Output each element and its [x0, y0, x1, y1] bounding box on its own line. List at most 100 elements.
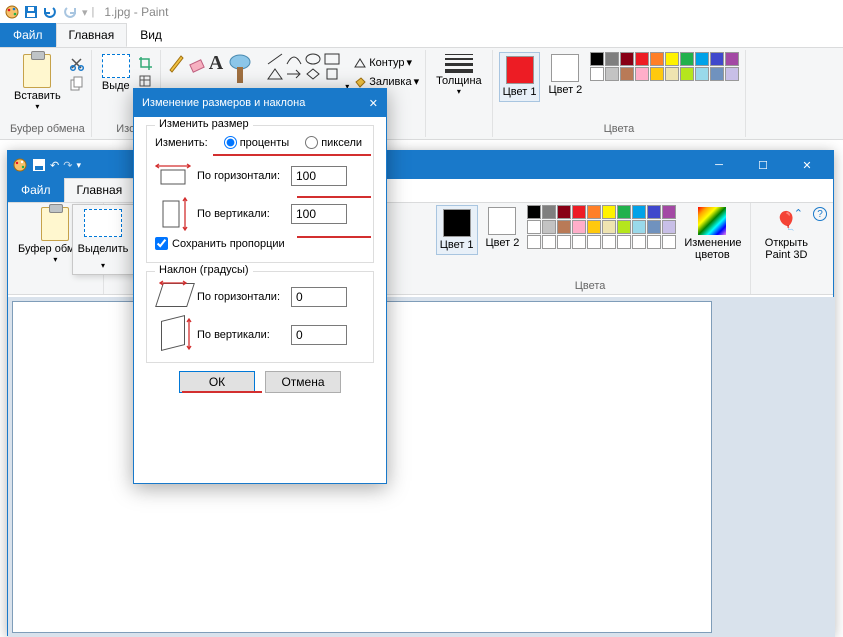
color-swatch[interactable]	[680, 67, 694, 81]
titlebar-inner[interactable]: ↶ ↷ ▾ ─ ☐ ✕	[8, 151, 833, 179]
color-swatch[interactable]	[635, 67, 649, 81]
color-swatch[interactable]	[587, 205, 601, 219]
color-swatch[interactable]	[590, 67, 604, 81]
qat-redo-icon[interactable]: ↷	[63, 159, 72, 172]
color-swatch[interactable]	[617, 220, 631, 234]
color-swatch[interactable]	[557, 235, 571, 249]
color-swatch[interactable]	[527, 205, 541, 219]
color-swatch[interactable]	[572, 220, 586, 234]
color-swatch[interactable]	[725, 67, 739, 81]
radio-pixels[interactable]: пиксели	[305, 136, 362, 149]
thickness-button[interactable]: Толщина ▾	[432, 52, 486, 98]
color-swatch[interactable]	[572, 205, 586, 219]
pencil-icon[interactable]	[167, 52, 185, 74]
color-swatch[interactable]	[647, 220, 661, 234]
qat-dropdown-icon[interactable]: ▾	[82, 6, 88, 19]
tab-file-inner[interactable]: Файл	[8, 178, 64, 202]
color-swatch[interactable]	[665, 67, 679, 81]
color-swatch[interactable]	[542, 220, 556, 234]
minimize-button[interactable]: ─	[697, 151, 741, 179]
color-swatch[interactable]	[650, 67, 664, 81]
edit-colors-button[interactable]: Изменение цветов	[680, 205, 744, 263]
dialog-titlebar[interactable]: Изменение размеров и наклона ✕	[134, 89, 386, 117]
skew-horiz-input[interactable]	[291, 287, 347, 307]
select-label[interactable]: Выделить	[78, 243, 129, 255]
color-swatch[interactable]	[587, 235, 601, 249]
color-swatch[interactable]	[632, 235, 646, 249]
tab-home-inner[interactable]: Главная	[64, 178, 136, 202]
color-swatch[interactable]	[587, 220, 601, 234]
color-swatch[interactable]	[602, 220, 616, 234]
close-button[interactable]: ✕	[785, 151, 829, 179]
ok-button[interactable]: ОК	[179, 371, 255, 393]
color-swatch[interactable]	[650, 52, 664, 66]
color-swatch[interactable]	[572, 235, 586, 249]
maximize-button[interactable]: ☐	[741, 151, 785, 179]
eraser-icon[interactable]	[188, 52, 206, 74]
color-swatch[interactable]	[605, 67, 619, 81]
color-swatch[interactable]	[602, 205, 616, 219]
color-swatch[interactable]	[647, 205, 661, 219]
keep-aspect-checkbox[interactable]: Сохранить пропорции	[155, 237, 365, 250]
color-swatch[interactable]	[617, 235, 631, 249]
color-swatch[interactable]	[710, 67, 724, 81]
color-swatch[interactable]	[725, 52, 739, 66]
color-swatch[interactable]	[542, 205, 556, 219]
help-icon[interactable]: ?	[813, 207, 827, 221]
shapes-gallery[interactable]	[266, 52, 341, 81]
crop-icon[interactable]	[138, 56, 154, 70]
paste-button[interactable]: Вставить ▾	[10, 52, 65, 113]
color-swatch[interactable]	[635, 52, 649, 66]
color-swatch[interactable]	[695, 67, 709, 81]
color-swatch[interactable]	[542, 235, 556, 249]
color-swatch[interactable]	[632, 205, 646, 219]
text-icon[interactable]: A	[209, 52, 223, 75]
resize-horiz-input[interactable]	[291, 166, 347, 186]
color-swatch[interactable]	[695, 52, 709, 66]
cut-icon[interactable]	[69, 56, 85, 72]
color-palette-inner[interactable]	[527, 205, 676, 249]
contour-button[interactable]: Контур ▾	[353, 56, 419, 69]
copy-icon[interactable]	[69, 76, 85, 92]
color-swatch[interactable]	[662, 220, 676, 234]
color-swatch[interactable]	[557, 205, 571, 219]
color-swatch[interactable]	[680, 52, 694, 66]
select-button[interactable]: Выде	[98, 52, 134, 94]
color-swatch[interactable]	[617, 205, 631, 219]
color1-button[interactable]: Цвет 1	[499, 52, 541, 102]
dialog-close-icon[interactable]: ✕	[369, 97, 378, 110]
qat-undo-icon[interactable]: ↶	[50, 159, 59, 172]
color-swatch[interactable]	[620, 67, 634, 81]
color-swatch[interactable]	[662, 205, 676, 219]
color1-button-inner[interactable]: Цвет 1	[436, 205, 478, 255]
color-swatch[interactable]	[665, 52, 679, 66]
color2-button[interactable]: Цвет 2	[544, 52, 586, 98]
qat-save-icon[interactable]	[24, 5, 38, 19]
tab-view[interactable]: Вид	[127, 23, 175, 47]
resize-vert-input[interactable]	[291, 204, 347, 224]
qat-redo-icon[interactable]	[62, 5, 78, 19]
color-swatch[interactable]	[590, 52, 604, 66]
color-swatch[interactable]	[557, 220, 571, 234]
color-swatch[interactable]	[602, 235, 616, 249]
cancel-button[interactable]: Отмена	[265, 371, 341, 393]
tab-file[interactable]: Файл	[0, 23, 56, 47]
color-swatch[interactable]	[662, 235, 676, 249]
color-swatch[interactable]	[647, 235, 661, 249]
qat-dropdown-icon[interactable]: ▾	[76, 160, 81, 171]
color-swatch[interactable]	[605, 52, 619, 66]
select-rect-icon[interactable]	[84, 209, 122, 237]
tab-home[interactable]: Главная	[56, 23, 128, 47]
color-swatch[interactable]	[527, 235, 541, 249]
color-swatch[interactable]	[710, 52, 724, 66]
color-palette-outer[interactable]	[590, 52, 739, 81]
radio-percent[interactable]: проценты	[224, 136, 290, 149]
color-swatch[interactable]	[527, 220, 541, 234]
fill-button[interactable]: Заливка ▾	[353, 75, 419, 88]
color-swatch[interactable]	[620, 52, 634, 66]
qat-save-icon[interactable]	[32, 158, 46, 172]
color-swatch[interactable]	[632, 220, 646, 234]
brush-icon[interactable]	[226, 52, 254, 92]
color2-button-inner[interactable]: Цвет 2	[482, 205, 524, 251]
collapse-ribbon-icon[interactable]: ⌃	[794, 207, 803, 221]
